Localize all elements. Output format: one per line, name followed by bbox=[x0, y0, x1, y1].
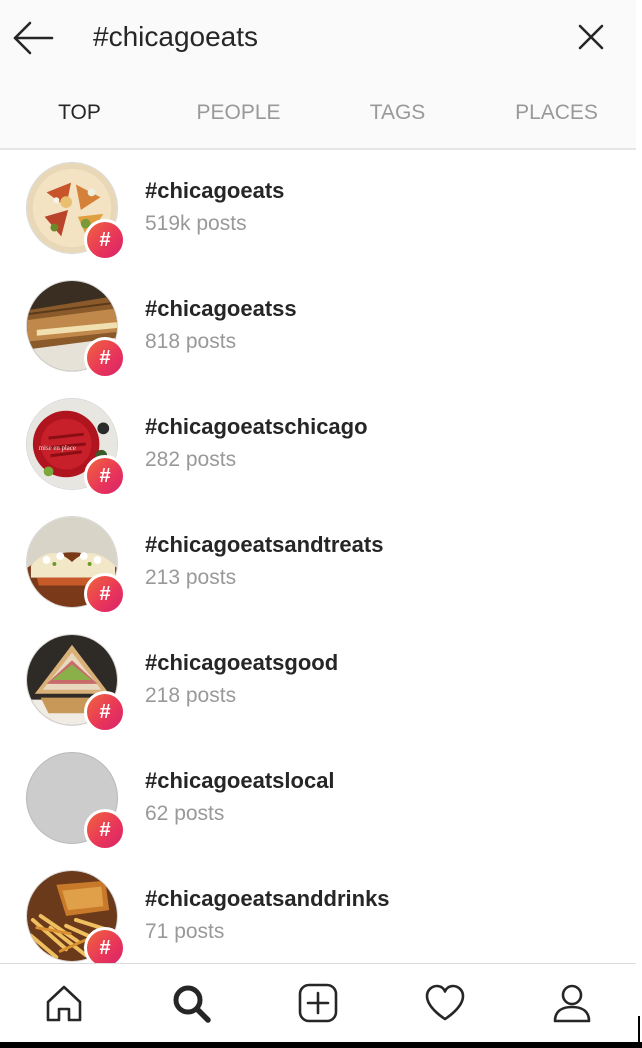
hashtag-results-list: # #chicagoeats 519k posts # #chicagoeats… bbox=[0, 150, 636, 963]
hashtag-name: #chicagoeatsanddrinks bbox=[145, 886, 390, 911]
hashtag-badge-icon: # bbox=[84, 337, 126, 379]
bottom-navigation bbox=[0, 964, 636, 1042]
screen-edge-mark bbox=[638, 1016, 640, 1045]
hashtag-name: #chicagoeats bbox=[145, 178, 285, 203]
tab-top[interactable]: TOP bbox=[0, 90, 159, 150]
search-header: #chicagoeats TOP PEOPLE TAGS PLACES bbox=[0, 0, 636, 150]
hashtag-result-row[interactable]: # #chicagoeatsanddrinks 71 posts bbox=[0, 858, 636, 963]
profile-icon bbox=[554, 984, 591, 1023]
hashtag-badge-icon: # bbox=[84, 455, 126, 497]
hashtag-result-row[interactable]: # #chicagoeatslocal 62 posts bbox=[0, 740, 636, 858]
post-count: 818 posts bbox=[145, 330, 237, 353]
hashtag-badge-icon: # bbox=[84, 573, 126, 615]
tab-places[interactable]: PLACES bbox=[477, 90, 636, 148]
post-count: 62 posts bbox=[145, 802, 225, 825]
hashtag-badge-icon: # bbox=[84, 927, 126, 963]
post-count: 213 posts bbox=[145, 566, 237, 589]
hashtag-name: #chicagoeatsgood bbox=[145, 650, 339, 675]
hashtag-result-row[interactable]: # #chicagoeatsandtreats 213 posts bbox=[0, 504, 636, 622]
hashtag-name: #chicagoeatschicago bbox=[145, 414, 368, 439]
hashtag-result-row[interactable]: # #chicagoeatsgood 218 posts bbox=[0, 622, 636, 740]
hashtag-name: #chicagoeatslocal bbox=[145, 768, 335, 793]
post-count: 218 posts bbox=[145, 684, 237, 707]
add-post-icon bbox=[298, 983, 338, 1023]
screen-bottom-edge bbox=[0, 1042, 642, 1048]
hashtag-result-row[interactable]: # #chicagoeatss 818 posts bbox=[0, 268, 636, 386]
post-count: 282 posts bbox=[145, 448, 237, 471]
post-count: 71 posts bbox=[145, 920, 225, 943]
back-button[interactable] bbox=[12, 18, 54, 58]
nav-profile[interactable] bbox=[509, 964, 636, 1042]
arrow-left-icon bbox=[13, 21, 54, 55]
nav-activity[interactable] bbox=[382, 964, 509, 1042]
nav-search[interactable] bbox=[127, 964, 254, 1042]
search-screen: #chicagoeats TOP PEOPLE TAGS PLACES # #c… bbox=[0, 0, 636, 1045]
plate-caption: mise en place bbox=[39, 445, 76, 452]
hashtag-badge-icon: # bbox=[84, 219, 126, 261]
search-input[interactable]: #chicagoeats bbox=[93, 17, 258, 57]
hashtag-name: #chicagoeatsandtreats bbox=[145, 532, 384, 557]
activity-heart-icon bbox=[425, 984, 465, 1021]
hashtag-name: #chicagoeatss bbox=[145, 296, 297, 321]
hashtag-result-row[interactable]: mise en place # #chicagoeatschicago 282 … bbox=[0, 386, 636, 504]
hashtag-badge-icon: # bbox=[84, 691, 126, 733]
home-icon bbox=[46, 985, 81, 1022]
close-icon bbox=[578, 24, 604, 50]
clear-search-button[interactable] bbox=[576, 22, 606, 52]
nav-new-post[interactable] bbox=[254, 964, 381, 1042]
tab-tags[interactable]: TAGS bbox=[318, 90, 477, 148]
tab-people[interactable]: PEOPLE bbox=[159, 90, 318, 148]
nav-home[interactable] bbox=[0, 964, 127, 1042]
search-icon bbox=[173, 985, 211, 1023]
hashtag-result-row[interactable]: # #chicagoeats 519k posts bbox=[0, 150, 636, 268]
hashtag-badge-icon: # bbox=[84, 809, 126, 851]
post-count: 519k posts bbox=[145, 212, 247, 235]
search-tabs: TOP PEOPLE TAGS PLACES bbox=[0, 90, 636, 150]
